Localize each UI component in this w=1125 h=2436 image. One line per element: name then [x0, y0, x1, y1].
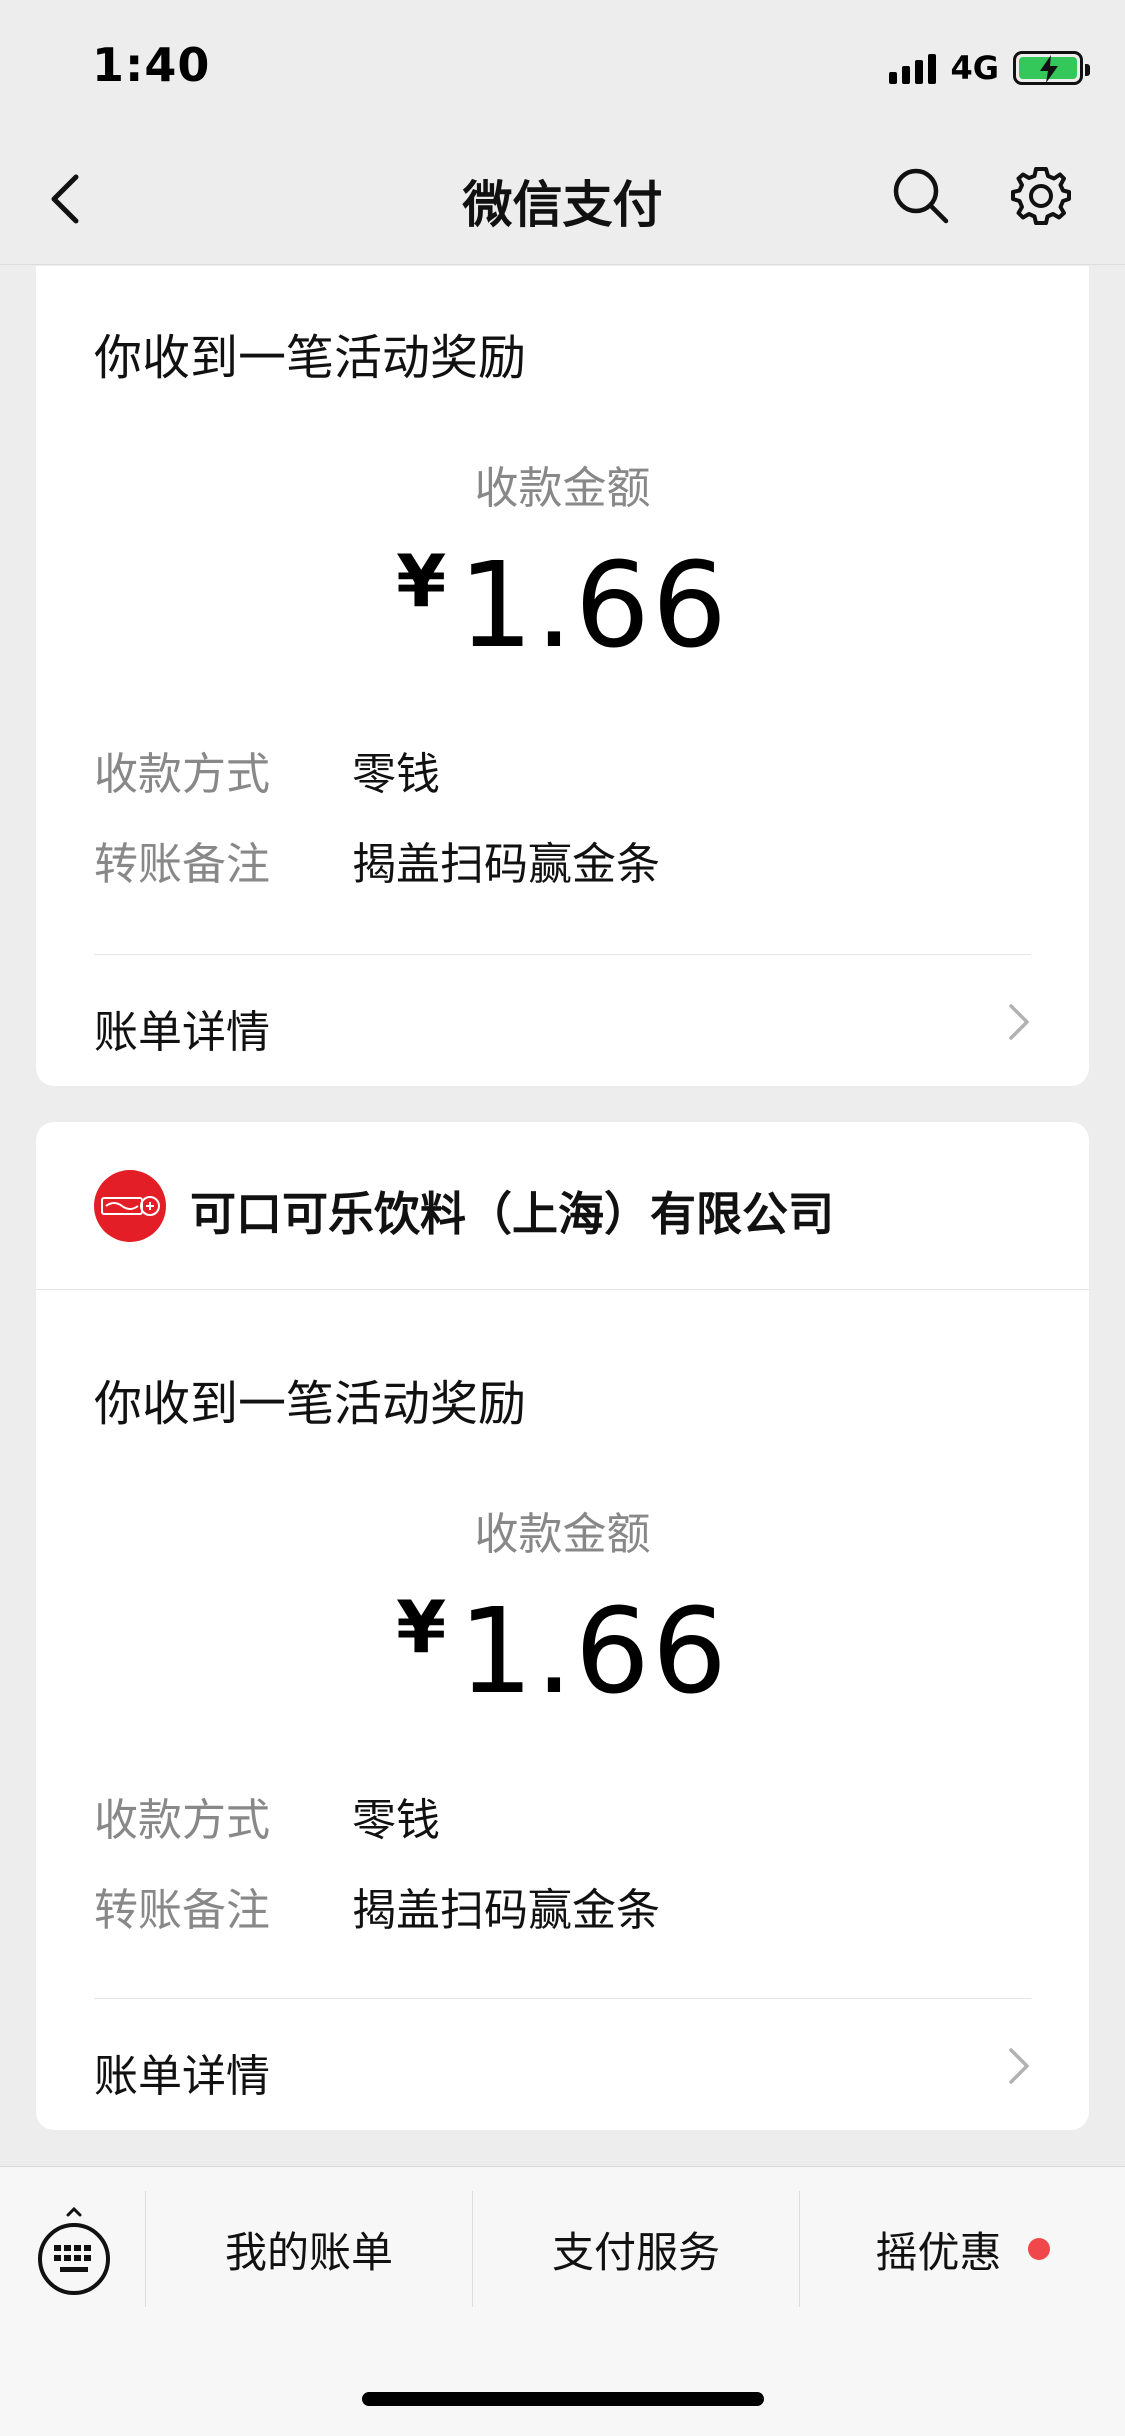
merchant-header[interactable]: 可口可乐饮料（上海）有限公司 [36, 1122, 1089, 1290]
home-indicator [362, 2392, 764, 2406]
notification-dot [1027, 2238, 1050, 2260]
bill-detail-link[interactable]: 账单详情 [94, 996, 270, 1060]
tab-my-bills[interactable]: 我的账单 [146, 2189, 472, 2309]
currency-symbol: ¥ [396, 1585, 447, 1669]
tab-payment-services[interactable]: 支付服务 [473, 2189, 799, 2309]
gear-icon[interactable] [1008, 163, 1074, 229]
tab-label: 我的账单 [224, 2227, 393, 2277]
amount-number: 1.66 [458, 536, 729, 674]
method-label: 收款方式 [94, 749, 270, 800]
reward-title: 你收到一笔活动奖励 [94, 1376, 527, 1432]
chevron-right-icon[interactable] [1005, 1002, 1031, 1042]
merchant-logo [94, 1170, 166, 1242]
status-indicators: 4G [889, 48, 1090, 88]
currency-symbol: ¥ [396, 539, 447, 623]
amount-value: ¥1.66 [36, 536, 1089, 674]
status-bar: 1:40 4G [0, 0, 1125, 135]
reward-title: 你收到一笔活动奖励 [94, 330, 527, 386]
method-value: 零钱 [352, 1795, 440, 1846]
tab-label: 摇优惠 [875, 2227, 1002, 2277]
amount-number: 1.66 [458, 1582, 729, 1720]
search-icon[interactable] [890, 165, 952, 227]
page-title: 微信支付 [462, 176, 663, 234]
tab-label: 支付服务 [551, 2227, 720, 2277]
merchant-name: 可口可乐饮料（上海）有限公司 [190, 1187, 834, 1241]
method-value: 零钱 [352, 749, 440, 800]
note-value: 揭盖扫码赢金条 [352, 839, 660, 890]
chevron-right-icon[interactable] [1005, 2046, 1031, 2086]
status-time: 1:40 [92, 38, 211, 92]
tab-shake-offers[interactable]: 摇优惠 [800, 2189, 1125, 2309]
network-label: 4G [950, 49, 999, 87]
amount-label: 收款金额 [474, 1509, 651, 1560]
bill-detail-link[interactable]: 账单详情 [94, 2040, 270, 2104]
signal-icon [889, 52, 937, 84]
amount-label: 收款金额 [474, 463, 651, 514]
divider [94, 954, 1031, 955]
divider [94, 1998, 1031, 1999]
method-label: 收款方式 [94, 1795, 270, 1846]
nav-bar: 微信支付 [0, 135, 1125, 265]
note-label: 转账备注 [94, 839, 270, 890]
amount-value: ¥1.66 [36, 1582, 1089, 1720]
note-label: 转账备注 [94, 1885, 270, 1936]
reward-card: 可口可乐饮料（上海）有限公司 你收到一笔活动奖励 收款金额 ¥1.66 收款方式… [36, 1122, 1089, 2130]
note-value: 揭盖扫码赢金条 [352, 1885, 660, 1936]
reward-card: 你收到一笔活动奖励 收款金额 ¥1.66 收款方式 零钱 转账备注 揭盖扫码赢金… [36, 266, 1089, 1086]
keyboard-icon[interactable] [34, 2206, 114, 2297]
battery-icon [1013, 51, 1090, 85]
